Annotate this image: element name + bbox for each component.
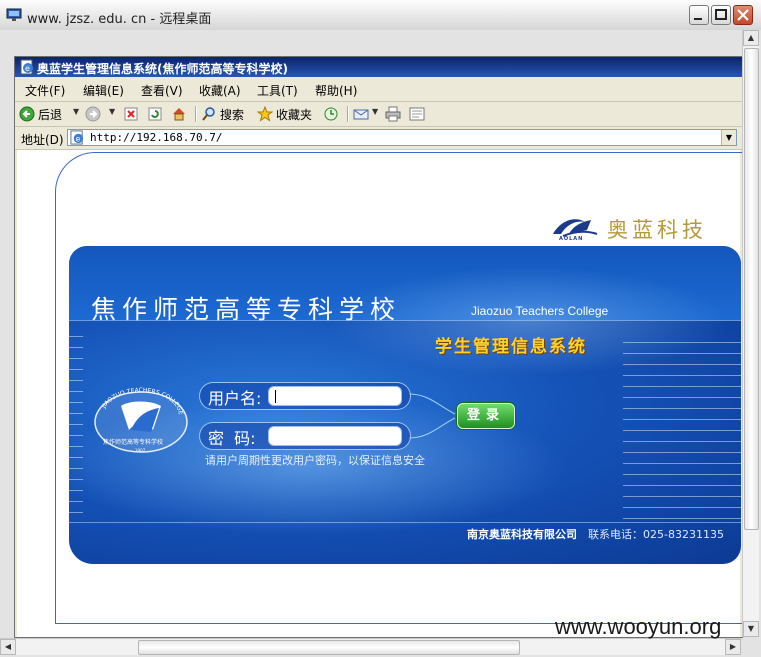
menu-file[interactable]: 文件(F) [25,82,65,99]
username-field-group: 用户名: [199,382,411,410]
refresh-icon [148,107,162,121]
search-icon [202,107,215,121]
username-input[interactable] [268,386,402,406]
stop-icon [124,107,138,121]
horizontal-scrollbar[interactable]: ◀ ▶ [0,638,741,655]
scroll-left-icon[interactable]: ◀ [0,639,16,655]
emblem-bottom-text: 焦作师范高等专科学校 [103,438,163,446]
forward-dropdown-icon[interactable]: ▼ [109,107,115,116]
login-button[interactable]: 登录 [457,403,515,429]
scroll-down-icon[interactable]: ▼ [743,621,759,637]
close-button[interactable] [733,5,753,25]
favorites-button[interactable]: 收藏夹 [257,105,312,123]
browser-titlebar[interactable]: e 奥蓝学生管理信息系统(焦作师范高等专科学校) [15,57,742,77]
address-label: 地址(D) [21,133,64,147]
decorative-stripes [69,336,83,516]
home-button[interactable] [171,105,190,123]
school-emblem-icon: JIAOZUO TEACHERS COLLEGE 焦作师范高等专科学校 1907 [94,387,188,453]
forward-button[interactable] [85,105,104,123]
mail-dropdown-icon[interactable]: ▼ [372,107,378,116]
menu-tools[interactable]: 工具(T) [257,82,298,99]
password-field-group: 密 码: [199,422,411,450]
login-banner: 焦作师范高等专科学校 Jiaozuo Teachers College 学生管理… [69,246,741,564]
ie-page-icon: e [20,59,33,75]
standard-toolbar: 后退 ▼ ▼ 搜索 收藏夹 ▼ [15,102,742,127]
school-name-en: Jiaozuo Teachers College [471,304,609,318]
favorites-label: 收藏夹 [276,107,313,122]
address-input[interactable]: e http://192.168.70.7/ ▼ [67,129,737,146]
brand-header: AOLAN 奥蓝科技 [551,212,721,244]
username-label: 用户名: [208,389,262,408]
close-icon [737,9,749,21]
history-icon [324,107,338,121]
back-label: 后退 [38,107,63,122]
back-dropdown-icon[interactable]: ▼ [73,107,79,116]
remote-desktop-icon [6,8,22,21]
system-name: 学生管理信息系统 [435,337,587,357]
address-dropdown-icon[interactable]: ▼ [721,130,736,145]
refresh-button[interactable] [147,105,166,123]
password-input[interactable] [268,426,402,446]
footer-company: 南京奥蓝科技有限公司 [467,528,577,541]
emblem-year: 1907 [135,448,146,453]
forward-arrow-icon [85,106,101,122]
mail-icon [353,109,369,120]
decorative-stripes [623,342,741,522]
password-label: 密 码: [208,429,256,448]
svg-text:e: e [76,134,81,143]
menu-favorites[interactable]: 收藏(A) [199,82,241,99]
search-label: 搜索 [220,107,245,122]
stop-button[interactable] [123,105,142,123]
toolbar-separator [347,106,349,122]
browser-title: 奥蓝学生管理信息系统(焦作师范高等专科学校) [37,62,288,76]
scroll-right-icon[interactable]: ▶ [725,639,741,655]
browser-window: e 奥蓝学生管理信息系统(焦作师范高等专科学校) 文件(F) 编辑(E) 查看(… [14,56,743,638]
banner-divider [69,522,741,523]
search-button[interactable]: 搜索 [201,105,244,123]
maximize-icon [715,9,727,20]
menu-view[interactable]: 查看(V) [141,82,183,99]
home-icon [173,108,185,121]
vertical-scrollbar[interactable]: ▲ ▼ [742,30,759,637]
back-button[interactable]: 后退 [19,105,62,123]
print-button[interactable] [385,105,404,123]
vertical-scroll-thumb[interactable] [744,48,759,530]
footer-phone: 联系电话：025-83231135 [588,528,724,541]
menu-edit[interactable]: 编辑(E) [83,82,124,99]
maximize-button[interactable] [711,5,731,25]
edit-button[interactable] [409,105,428,123]
minimize-button[interactable] [689,5,709,25]
page-content: AOLAN 奥蓝科技 焦作师范高等专科学校 Jiaozuo Teachers C… [17,150,742,637]
remote-desktop-titlebar[interactable]: www. jzsz. edu. cn - 远程桌面 [0,0,761,31]
mail-button[interactable] [353,105,372,123]
history-button[interactable] [323,105,342,123]
brand-name: 奥蓝科技 [607,218,707,242]
horizontal-scroll-thumb[interactable] [138,640,520,655]
text-caret [275,390,276,403]
star-icon [257,106,273,122]
menu-bar: 文件(F) 编辑(E) 查看(V) 收藏(A) 工具(T) 帮助(H) [15,79,742,102]
scroll-up-icon[interactable]: ▲ [743,30,759,46]
toolbar-separator [195,106,197,122]
minimize-icon [694,18,702,20]
printer-icon [385,106,401,122]
ie-page-icon: e [70,130,84,145]
school-name-cn: 焦作师范高等专科学校 [91,295,402,324]
remote-desktop-title: www. jzsz. edu. cn - 远程桌面 [27,12,212,27]
address-bar: 地址(D) e http://192.168.70.7/ ▼ [15,127,742,150]
security-tip: 请用户周期性更改用户密码，以保证信息安全 [205,454,425,467]
brand-sub: AOLAN [559,236,584,242]
edit-page-icon [409,107,425,121]
svg-text:e: e [25,64,30,73]
watermark: www.wooyun.org [555,614,722,639]
menu-help[interactable]: 帮助(H) [315,82,357,99]
back-arrow-icon [19,106,35,122]
address-url: http://192.168.70.7/ [90,131,223,144]
